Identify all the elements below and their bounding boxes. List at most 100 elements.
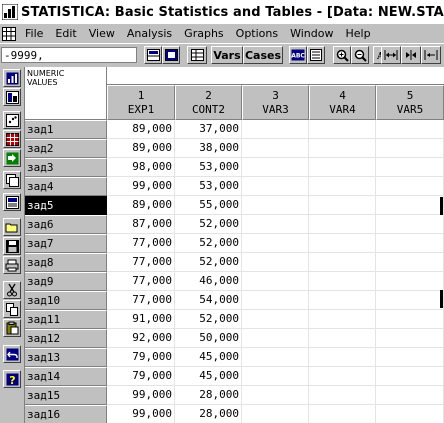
cell-empty[interactable] — [309, 234, 376, 253]
menu-analysis[interactable]: Analysis — [122, 27, 179, 40]
menu-file[interactable]: File — [20, 27, 50, 40]
row-header[interactable]: зад9 — [25, 272, 107, 291]
print-button[interactable] — [3, 256, 21, 274]
cell-empty[interactable] — [242, 215, 309, 234]
column-header-cont2[interactable]: 2 CONT2 — [175, 85, 242, 120]
statistics-button[interactable] — [3, 69, 21, 87]
cell-empty[interactable] — [309, 253, 376, 272]
cell-empty[interactable] — [242, 329, 309, 348]
cell-cont2[interactable]: 52,000 — [175, 215, 242, 234]
cell-empty[interactable] — [376, 386, 444, 405]
cell-empty[interactable] — [309, 158, 376, 177]
cell-empty[interactable] — [309, 196, 376, 215]
cell-cont2[interactable]: 52,000 — [175, 234, 242, 253]
cell-exp1[interactable]: 91,000 — [107, 310, 175, 329]
cell-empty[interactable] — [309, 120, 376, 139]
row-header[interactable]: зад7 — [25, 234, 107, 253]
table-button[interactable] — [3, 130, 21, 148]
cell-exp1[interactable]: 79,000 — [107, 367, 175, 386]
cell-cont2[interactable]: 45,000 — [175, 348, 242, 367]
menu-graphs[interactable]: Graphs — [179, 27, 230, 40]
column-header-var5[interactable]: 5 VAR5 — [376, 85, 444, 120]
cell-exp1[interactable]: 89,000 — [107, 120, 175, 139]
copy-window-button[interactable] — [3, 171, 21, 189]
statistica-app-icon[interactable] — [2, 4, 18, 20]
row-header[interactable]: зад10 — [25, 291, 107, 310]
menu-window[interactable]: Window — [285, 27, 340, 40]
row-header[interactable]: зад5 — [25, 196, 107, 215]
grid-select-button[interactable] — [144, 46, 162, 64]
cell-cont2[interactable]: 28,000 — [175, 405, 242, 423]
cell-empty[interactable] — [309, 272, 376, 291]
cell-cont2[interactable]: 46,000 — [175, 272, 242, 291]
cell-empty[interactable] — [242, 120, 309, 139]
transform-button[interactable] — [3, 149, 21, 167]
cell-empty[interactable] — [242, 177, 309, 196]
cell-exp1[interactable]: 89,000 — [107, 139, 175, 158]
cell-empty[interactable] — [309, 386, 376, 405]
cell-empty[interactable] — [309, 348, 376, 367]
cell-cont2[interactable]: 50,000 — [175, 329, 242, 348]
cell-exp1[interactable]: 99,000 — [107, 177, 175, 196]
cell-empty[interactable] — [242, 386, 309, 405]
cell-empty[interactable] — [376, 329, 444, 348]
cell-exp1[interactable]: 92,000 — [107, 329, 175, 348]
cell-empty[interactable] — [376, 253, 444, 272]
cell-empty[interactable] — [309, 310, 376, 329]
sheet-title-strip[interactable] — [107, 67, 444, 85]
cell-empty[interactable] — [242, 158, 309, 177]
undo-button[interactable] — [3, 345, 21, 363]
cell-empty[interactable] — [242, 196, 309, 215]
cell-empty[interactable] — [376, 310, 444, 329]
copy-button[interactable] — [3, 300, 21, 318]
open-button[interactable] — [3, 218, 21, 236]
paste-button[interactable] — [3, 319, 21, 337]
cell-cont2[interactable]: 53,000 — [175, 158, 242, 177]
cell-empty[interactable] — [376, 234, 444, 253]
cell-empty[interactable] — [309, 139, 376, 158]
help-button[interactable]: ? — [3, 370, 21, 388]
cell-empty[interactable] — [376, 120, 444, 139]
cell-empty[interactable] — [376, 177, 444, 196]
window-button[interactable] — [162, 46, 180, 64]
cell-cont2[interactable]: 53,000 — [175, 177, 242, 196]
column-header-var3[interactable]: 3 VAR3 — [242, 85, 309, 120]
cell-exp1[interactable]: 87,000 — [107, 215, 175, 234]
column-header-exp1[interactable]: 1 EXP1 — [107, 85, 175, 120]
cell-cont2[interactable]: 28,000 — [175, 386, 242, 405]
cell-exp1[interactable]: 99,000 — [107, 405, 175, 423]
cell-empty[interactable] — [242, 234, 309, 253]
vars-button[interactable]: Vars — [211, 46, 243, 64]
cell-empty[interactable] — [309, 329, 376, 348]
cell-exp1[interactable]: 77,000 — [107, 291, 175, 310]
cell-cont2[interactable]: 38,000 — [175, 139, 242, 158]
cell-cont2[interactable]: 54,000 — [175, 291, 242, 310]
document-control-icon[interactable] — [2, 26, 16, 41]
cell-empty[interactable] — [376, 367, 444, 386]
row-header[interactable]: зад2 — [25, 139, 107, 158]
cell-exp1[interactable]: 77,000 — [107, 272, 175, 291]
fit-column-button[interactable] — [421, 46, 441, 64]
cell-empty[interactable] — [376, 272, 444, 291]
widen-column-button[interactable] — [381, 46, 401, 64]
zoom-out-button[interactable] — [351, 46, 369, 64]
row-header[interactable]: зад6 — [25, 215, 107, 234]
cell-empty[interactable] — [309, 215, 376, 234]
menu-options[interactable]: Options — [231, 27, 285, 40]
list-button[interactable] — [307, 46, 325, 64]
abc-button[interactable]: ABC — [289, 46, 307, 64]
save-button[interactable] — [3, 237, 21, 255]
cut-button[interactable] — [3, 281, 21, 299]
narrow-column-button[interactable] — [401, 46, 421, 64]
cell-empty[interactable] — [242, 367, 309, 386]
cell-cont2[interactable]: 45,000 — [175, 367, 242, 386]
cell-cont2[interactable]: 37,000 — [175, 120, 242, 139]
cell-value-editor[interactable]: -9999, — [1, 47, 137, 63]
row-header[interactable]: зад8 — [25, 253, 107, 272]
quick-stats-button[interactable] — [3, 88, 21, 106]
row-header[interactable]: зад16 — [25, 405, 107, 423]
menu-view[interactable]: View — [84, 27, 122, 40]
cell-empty[interactable] — [242, 291, 309, 310]
column-header-var4[interactable]: 4 VAR4 — [309, 85, 376, 120]
row-header[interactable]: зад12 — [25, 329, 107, 348]
